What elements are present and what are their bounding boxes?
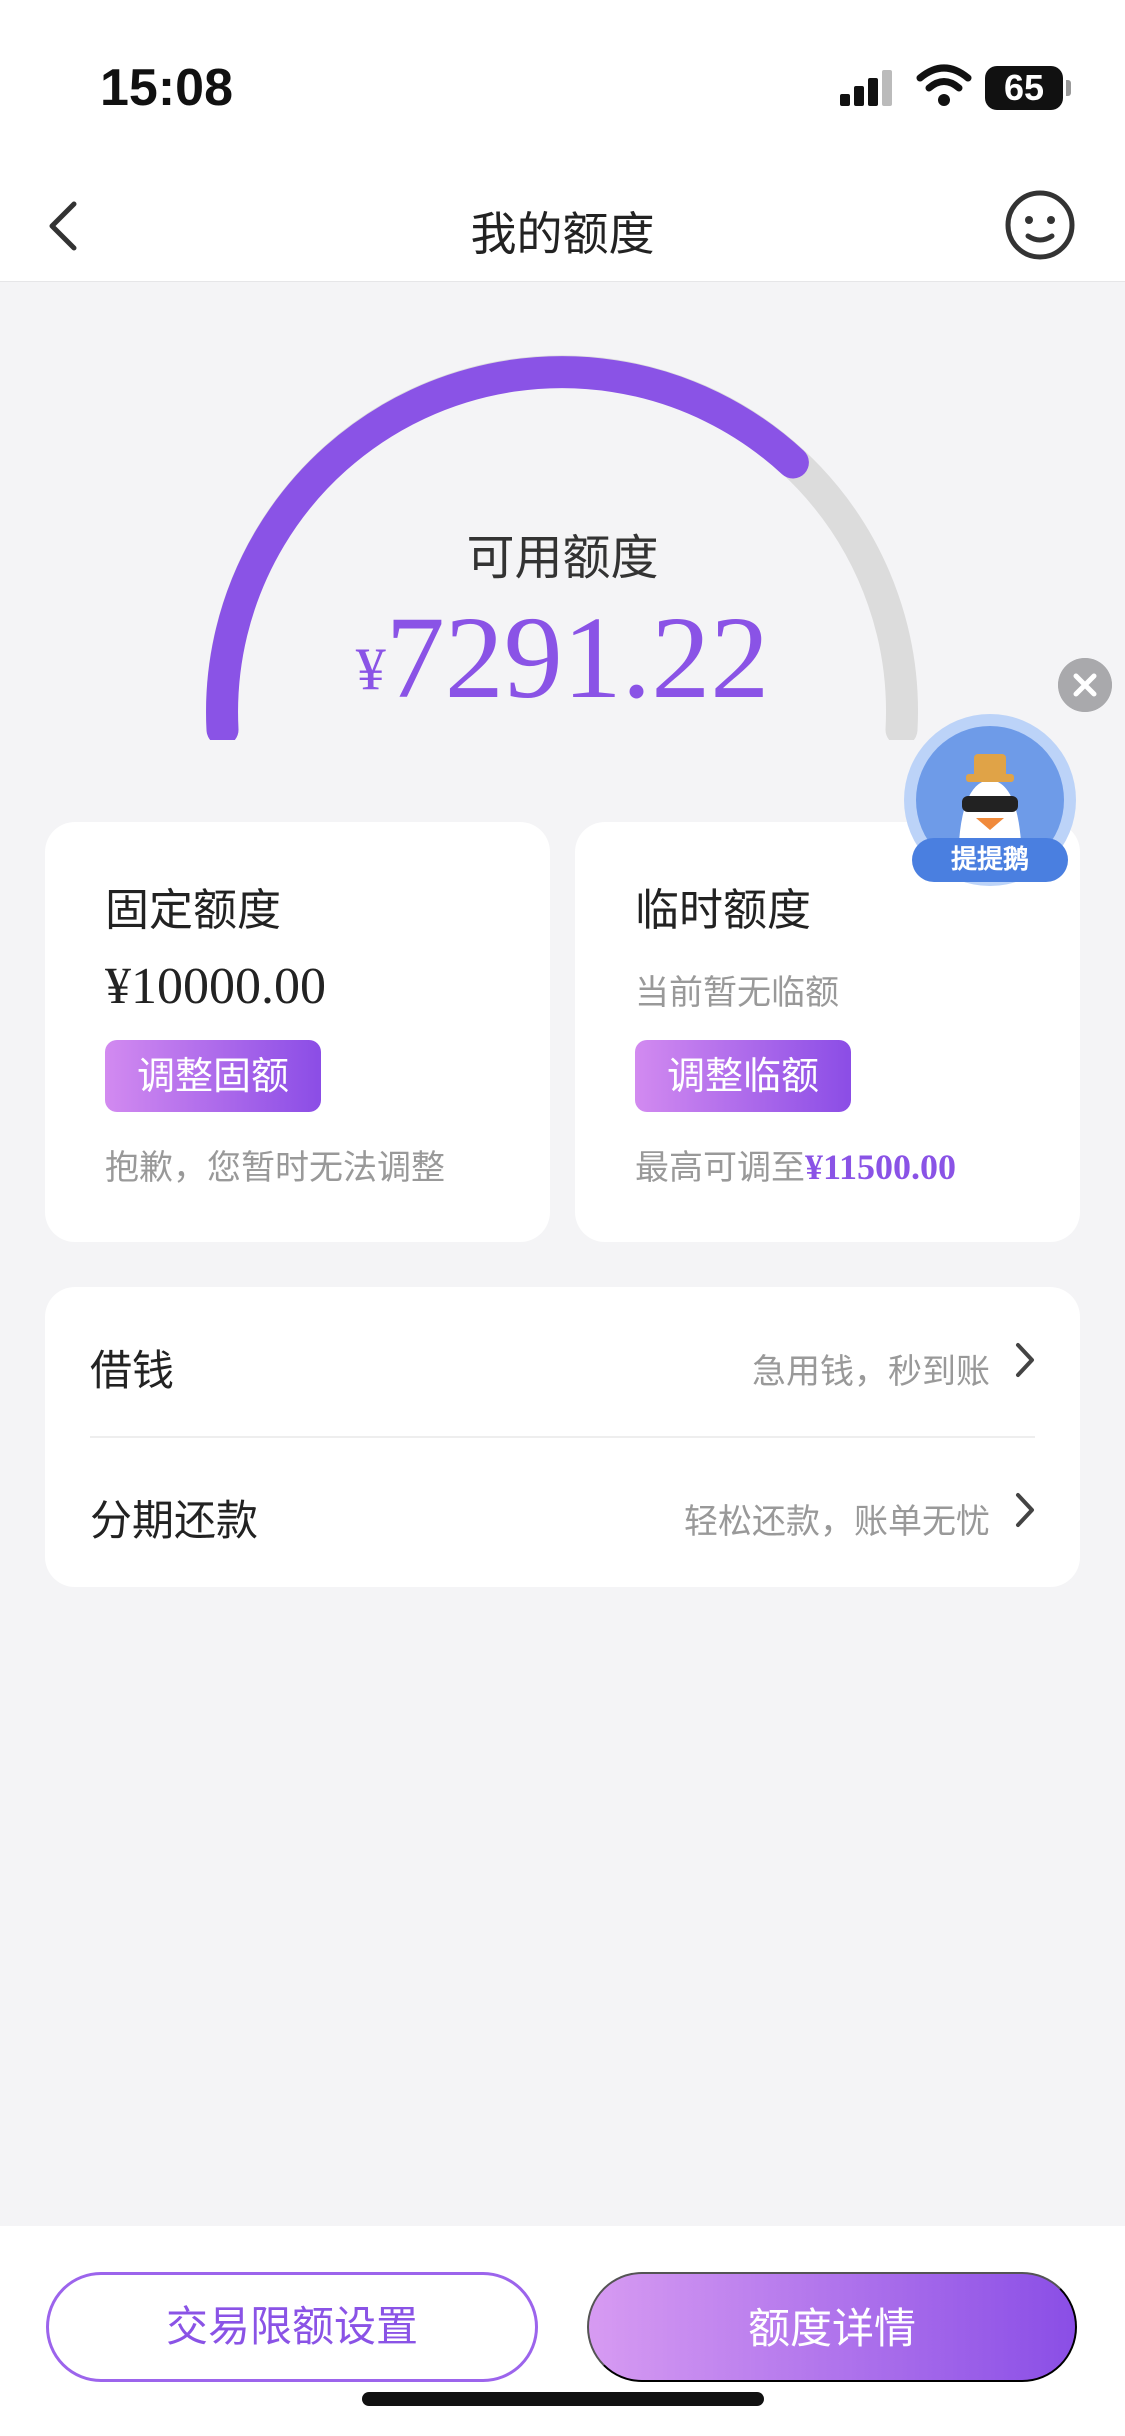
menu-item-label: 借钱 (90, 1346, 175, 1395)
status-time: 15:08 (100, 59, 233, 117)
close-icon[interactable] (1058, 658, 1112, 712)
page-title: 我的额度 (470, 207, 655, 261)
chevron-right-icon (1016, 1493, 1034, 1527)
credit-detail-button[interactable]: 额度详情 (587, 2272, 1077, 2382)
nav-bar: 我的额度 (0, 170, 1125, 282)
temp-credit-note: 最高可调至¥11500.00 (635, 1140, 956, 1189)
signal-icon (840, 70, 892, 106)
available-credit-label: 可用额度 (466, 530, 659, 586)
status-bar: 15:08 65 (0, 0, 1125, 170)
fixed-credit-card: 固定额度 ¥10000.00 调整固额 抱歉，您暂时无法调整 (45, 822, 550, 1242)
menu-item-borrow[interactable]: 借钱 急用钱，秒到账 (45, 1287, 1080, 1437)
mascot-label[interactable]: 提提鹅 (912, 838, 1068, 882)
adjust-fixed-button[interactable]: 调整固额 (105, 1040, 321, 1112)
adjust-temp-button[interactable]: 调整临额 (635, 1040, 851, 1112)
fixed-credit-amount: ¥10000.00 (105, 958, 326, 1015)
menu-item-label: 分期还款 (90, 1496, 259, 1545)
temp-max-amount: ¥11500.00 (805, 1147, 957, 1187)
battery-indicator: 65 (985, 66, 1071, 110)
fixed-credit-note: 抱歉，您暂时无法调整 (105, 1148, 445, 1188)
temp-credit-title: 临时额度 (635, 885, 811, 936)
customer-service-icon[interactable] (1000, 180, 1080, 270)
wifi-icon (916, 64, 972, 106)
transaction-limit-button[interactable]: 交易限额设置 (46, 2272, 538, 2382)
chevron-right-icon (1016, 1343, 1034, 1377)
fixed-credit-title: 固定额度 (105, 885, 281, 936)
available-amount-value: 7291.22 (385, 592, 770, 723)
menu-item-hint: 轻松还款，账单无忧 (684, 1502, 990, 1542)
menu-item-installment[interactable]: 分期还款 轻松还款，账单无忧 (45, 1437, 1080, 1587)
service-menu: 借钱 急用钱，秒到账 分期还款 轻松还款，账单无忧 (45, 1287, 1080, 1587)
temp-credit-status: 当前暂无临额 (635, 973, 839, 1013)
menu-item-hint: 急用钱，秒到账 (752, 1352, 990, 1392)
available-credit-amount: ¥7291.22 (0, 590, 1125, 726)
currency-symbol: ¥ (355, 636, 386, 702)
home-indicator (362, 2392, 764, 2406)
temp-note-prefix: 最高可调至 (635, 1148, 805, 1188)
